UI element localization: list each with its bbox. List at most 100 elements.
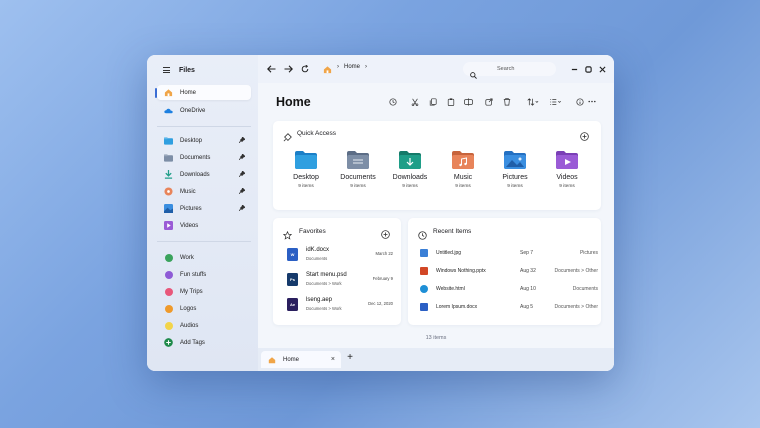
tag-dot-icon: [164, 253, 173, 262]
quick-access-item-videos[interactable]: Videos 9 items: [543, 151, 591, 189]
sidebar-item-downloads[interactable]: Downloads: [157, 167, 251, 182]
file-name: Windows Nothing.pptx: [436, 268, 486, 274]
tag-my-trips[interactable]: My Trips: [157, 284, 251, 299]
quick-access-item-pictures[interactable]: Pictures 9 items: [491, 151, 539, 189]
recent-item[interactable]: Untitled.jpg Sep 7 Pictures: [420, 247, 598, 259]
folder-name: Downloads: [392, 174, 428, 181]
sidebar-item-label: OneDrive: [180, 107, 206, 114]
back-arrow-icon[interactable]: [266, 64, 276, 74]
tab-home[interactable]: Home ×: [261, 351, 341, 368]
favorite-item[interactable]: W idK.docx Documents March 22: [285, 245, 393, 265]
layout-view-icon[interactable]: [548, 97, 562, 106]
breadcrumb-separator-icon: ›: [337, 64, 339, 70]
maximize-icon[interactable]: [583, 64, 593, 74]
share-icon[interactable]: [484, 97, 493, 106]
file-name: Untitled.jpg: [436, 250, 462, 256]
refresh-icon[interactable]: [300, 64, 310, 74]
card-title: Favorites: [299, 228, 326, 235]
quick-access-item-documents[interactable]: Documents 9 items: [334, 151, 382, 189]
sidebar-item-pictures[interactable]: Pictures: [157, 201, 251, 216]
pin-icon[interactable]: [238, 170, 246, 178]
sidebar-item-music[interactable]: Music: [157, 184, 251, 199]
sidebar-item-desktop[interactable]: Desktop: [157, 133, 251, 148]
quick-access-icon: [283, 129, 292, 147]
breadcrumb-chevron-icon[interactable]: ›: [365, 64, 367, 70]
quick-access-item-downloads[interactable]: Downloads 9 items: [386, 151, 434, 189]
add-tags-button[interactable]: Add Tags: [157, 335, 251, 350]
pin-icon[interactable]: [238, 204, 246, 212]
minimize-icon[interactable]: [569, 64, 579, 74]
tag-dot-icon: [164, 304, 173, 313]
folder-name: Pictures: [502, 174, 528, 181]
documents-folder-icon: [164, 153, 173, 162]
home-icon[interactable]: [322, 64, 332, 74]
favorite-item[interactable]: Ps Start menu.psd Documents > Work Febru…: [285, 270, 393, 290]
card-title: Quick Access: [297, 130, 337, 137]
quick-access-item-desktop[interactable]: Desktop 9 items: [282, 151, 330, 189]
music-folder-icon: [452, 151, 474, 169]
file-location: Documents > Other: [554, 304, 599, 310]
file-date: Dec 12, 2020: [368, 301, 393, 306]
folder-name: Desktop: [293, 174, 319, 181]
recent-item[interactable]: Website.html Aug 10 Documents: [420, 283, 598, 295]
tag-dot-icon: [164, 321, 173, 330]
new-tab-button[interactable]: +: [344, 352, 356, 364]
tag-dot-icon: [164, 287, 173, 296]
tag-fun-stuffs[interactable]: Fun stuffs: [157, 267, 251, 282]
forward-arrow-icon[interactable]: [283, 64, 293, 74]
sidebar-item-label: Documents: [180, 154, 211, 161]
sidebar-item-documents[interactable]: Documents: [157, 150, 251, 165]
cut-icon[interactable]: [410, 97, 419, 106]
pin-icon[interactable]: [238, 136, 246, 144]
file-name: lseng.aep: [306, 297, 333, 303]
sidebar-item-label: Desktop: [180, 137, 203, 144]
sort-icon[interactable]: [525, 97, 539, 106]
sidebar-item-videos[interactable]: Videos: [157, 218, 251, 233]
edge-browser-icon: [420, 285, 428, 293]
tag-logos[interactable]: Logos: [157, 301, 251, 316]
app-header: Files: [163, 64, 195, 76]
close-tab-icon[interactable]: ×: [331, 356, 335, 363]
file-name: Start menu.psd: [306, 272, 347, 278]
info-icon[interactable]: [575, 97, 584, 106]
folder-count: 9 items: [298, 184, 314, 189]
app-title: Files: [179, 66, 195, 74]
breadcrumb[interactable]: Home: [344, 64, 360, 70]
file-date: Aug 10: [520, 286, 536, 292]
quick-access-item-music[interactable]: Music 9 items: [439, 151, 487, 189]
delete-icon[interactable]: [502, 97, 511, 106]
folder-count: 9 items: [559, 184, 575, 189]
onedrive-icon: [164, 106, 173, 115]
close-icon[interactable]: [597, 64, 607, 74]
file-path: Documents > Work: [306, 306, 342, 311]
downloads-folder-icon: [399, 151, 421, 169]
copy-icon[interactable]: [428, 97, 437, 106]
sidebar-item-label: Downloads: [180, 171, 210, 178]
search-input[interactable]: Search: [463, 62, 556, 79]
rename-icon[interactable]: [464, 97, 473, 106]
status-bar-count: 13 items: [425, 335, 447, 341]
recent-item[interactable]: Windows Nothing.pptx Aug 32 Documents > …: [420, 265, 598, 277]
pin-icon[interactable]: [238, 187, 246, 195]
hamburger-menu-icon[interactable]: [163, 67, 170, 73]
quick-access-card: Quick Access Desktop 9 items Documents 9…: [273, 121, 601, 210]
sidebar-item-home[interactable]: Home: [157, 85, 251, 100]
favorites-card: Favorites W idK.docx Documents March 22 …: [273, 218, 401, 325]
powerpoint-file-icon: [420, 267, 428, 275]
pin-icon[interactable]: [238, 153, 246, 161]
more-options-icon[interactable]: [587, 97, 596, 106]
folder-count: 9 items: [507, 184, 523, 189]
main-pane: › Home › Search Home Quick Access Deskto…: [258, 55, 614, 371]
add-icon[interactable]: [381, 226, 390, 244]
tag-audios[interactable]: Audios: [157, 318, 251, 333]
add-icon[interactable]: [580, 128, 589, 146]
tag-work[interactable]: Work: [157, 250, 251, 265]
favorite-item[interactable]: Ae lseng.aep Documents > Work Dec 12, 20…: [285, 295, 393, 315]
downloads-folder-icon: [164, 170, 173, 179]
paste-icon[interactable]: [446, 97, 455, 106]
history-icon[interactable]: [388, 97, 397, 106]
sidebar-item-onedrive[interactable]: OneDrive: [157, 103, 251, 118]
recent-item[interactable]: Lorem Ipsum.docx Aug 5 Documents > Other: [420, 301, 598, 313]
videos-folder-icon: [556, 151, 578, 169]
card-title: Recent Items: [433, 228, 472, 235]
